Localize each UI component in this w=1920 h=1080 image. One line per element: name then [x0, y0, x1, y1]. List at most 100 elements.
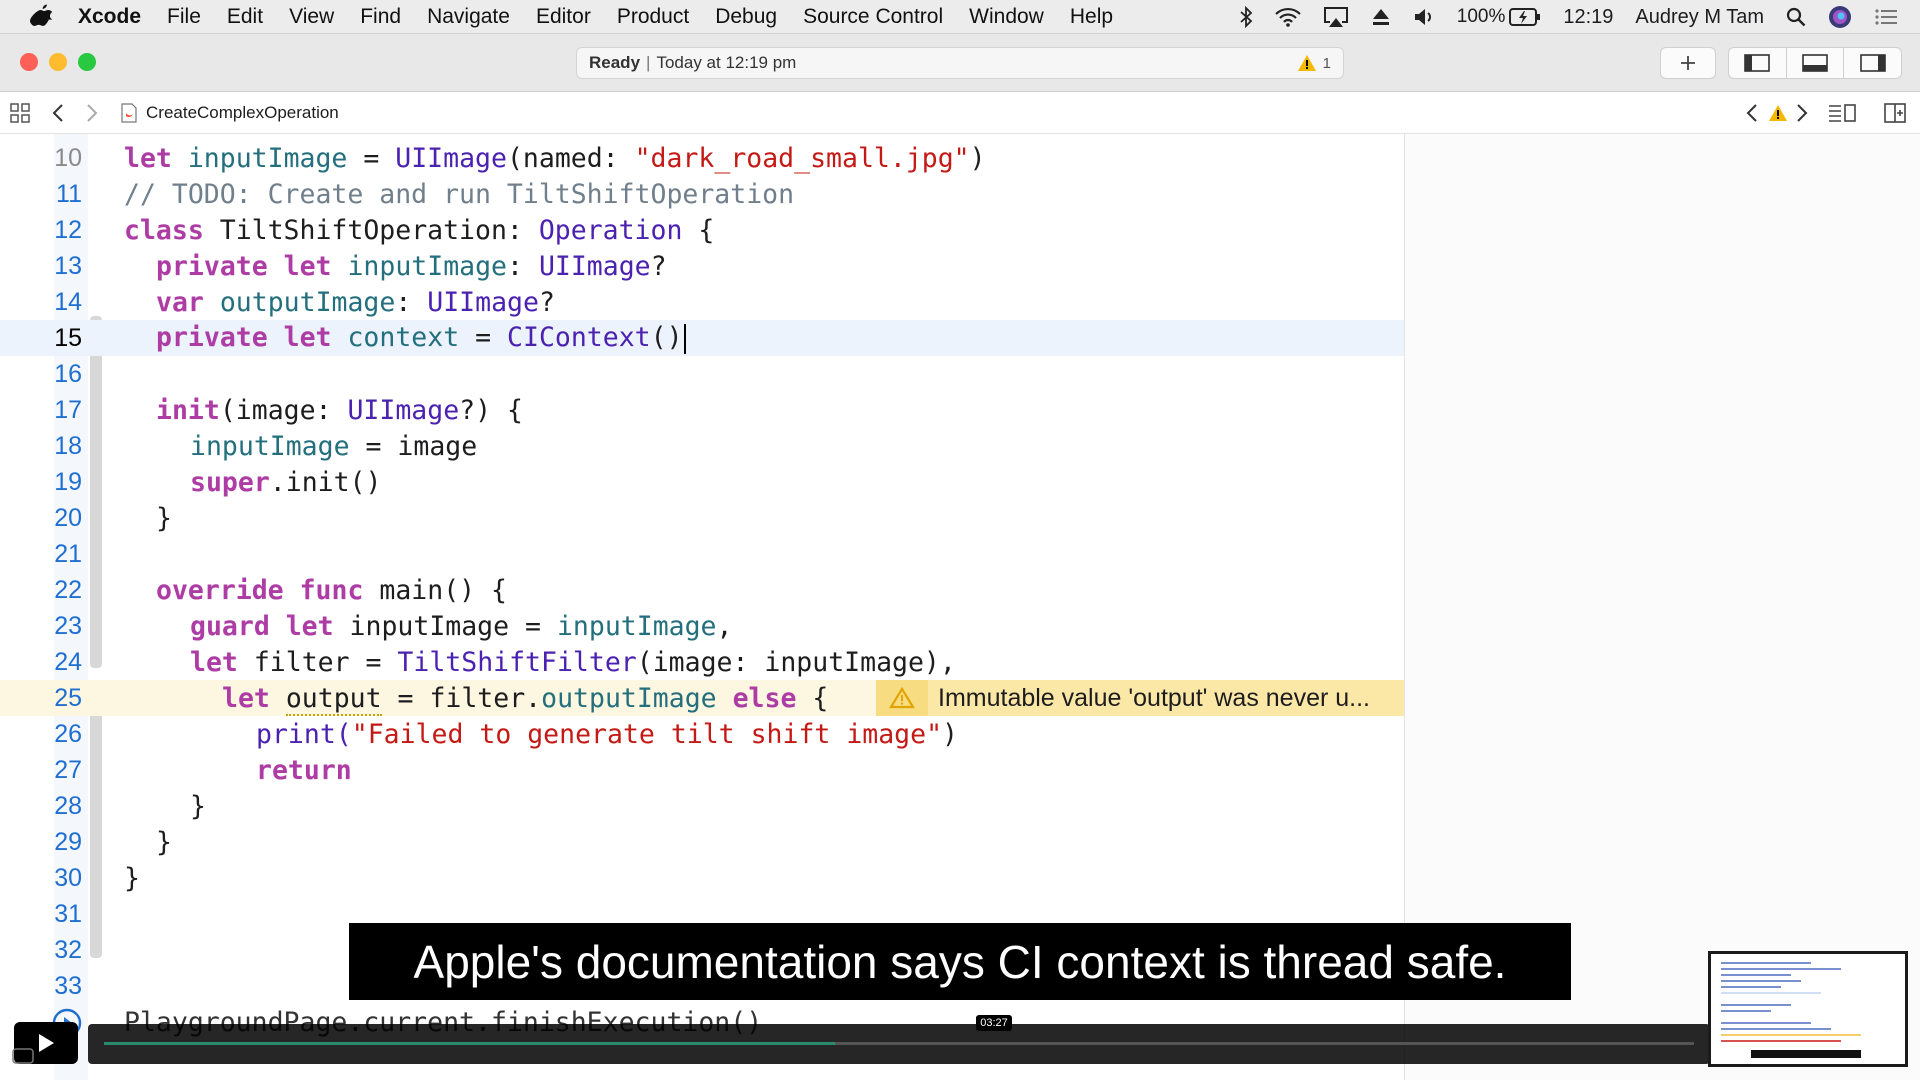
close-window-button[interactable]: [20, 53, 38, 71]
code-line[interactable]: 30 }: [0, 860, 1404, 896]
apple-logo-icon[interactable]: [30, 4, 54, 30]
add-editor-button[interactable]: [1884, 92, 1906, 134]
notification-center-icon[interactable]: [1874, 7, 1898, 27]
line-number: 13: [54, 251, 82, 280]
code-line-warning[interactable]: 25 let output = filter.outputImage else …: [0, 680, 1404, 716]
line-number: 32: [54, 935, 82, 964]
debug-area-toggle-button[interactable]: [1787, 48, 1845, 78]
code-line[interactable]: 19 super.init(): [0, 464, 1404, 500]
menu-editor[interactable]: Editor: [536, 5, 591, 29]
wifi-icon[interactable]: [1274, 7, 1301, 27]
navigator-toggle-button[interactable]: [1729, 48, 1787, 78]
menu-find[interactable]: Find: [360, 5, 401, 29]
code-line[interactable]: 28 }: [0, 788, 1404, 824]
lines-list-icon: [1829, 104, 1856, 122]
menu-bar: Xcode File Edit View Find Navigate Edito…: [0, 0, 1920, 34]
code-line[interactable]: 24 let filter = TiltShiftFilter(image: i…: [0, 644, 1404, 680]
text-cursor: [683, 323, 686, 354]
related-items-button[interactable]: [10, 92, 30, 134]
menu-navigate[interactable]: Navigate: [427, 5, 510, 29]
issue-indicator[interactable]: [1768, 92, 1788, 134]
code-text: return: [256, 754, 352, 786]
volume-icon[interactable]: [1413, 7, 1435, 27]
next-issue-button[interactable]: [1796, 92, 1808, 134]
activity-status-bar: Ready | Today at 12:19 pm 1: [576, 47, 1344, 79]
right-panel-icon: [1859, 54, 1886, 72]
menu-window[interactable]: Window: [969, 5, 1044, 29]
menu-file[interactable]: File: [167, 5, 201, 29]
code-text: init(image: UIImage?) {: [156, 394, 523, 426]
status-warning-badge[interactable]: 1: [1297, 54, 1331, 72]
inline-warning-message[interactable]: Immutable value 'output' was never u...: [876, 680, 1404, 716]
menu-app-name[interactable]: Xcode: [78, 5, 141, 29]
menu-source-control[interactable]: Source Control: [803, 5, 943, 29]
code-line[interactable]: 22 override func main() {: [0, 572, 1404, 608]
code-line[interactable]: 13 private let inputImage: UIImage?: [0, 248, 1404, 284]
line-number: 22: [54, 575, 82, 604]
warning-count: 1: [1322, 54, 1331, 72]
previous-issue-button[interactable]: [1746, 92, 1758, 134]
progress-track[interactable]: [104, 1042, 1694, 1045]
code-line[interactable]: 11 // TODO: Create and run TiltShiftOper…: [0, 176, 1404, 212]
code-line[interactable]: 29 }: [0, 824, 1404, 860]
zoom-window-button[interactable]: [78, 53, 96, 71]
code-line[interactable]: 16: [0, 356, 1404, 392]
forward-button[interactable]: [86, 92, 98, 134]
video-progress-bar[interactable]: [88, 1024, 1710, 1064]
back-button[interactable]: [52, 92, 64, 134]
code-line[interactable]: 20 }: [0, 500, 1404, 536]
menu-view[interactable]: View: [289, 5, 334, 29]
user-name[interactable]: Audrey M Tam: [1635, 6, 1764, 29]
code-line[interactable]: 26 print("Failed to generate tilt shift …: [0, 716, 1404, 752]
menu-edit[interactable]: Edit: [227, 5, 263, 29]
editor-options-button[interactable]: [1828, 92, 1856, 134]
progress-fill: [104, 1042, 836, 1045]
battery-icon[interactable]: [1509, 8, 1541, 26]
code-text: class TiltShiftOperation: Operation {: [124, 214, 715, 246]
line-number: 23: [54, 611, 82, 640]
line-number: 24: [54, 647, 82, 676]
battery-percentage[interactable]: 100%: [1457, 6, 1506, 28]
code-text: var outputImage: UIImage?: [156, 286, 555, 318]
code-text: }: [156, 826, 172, 858]
code-line-current[interactable]: 15 private let context = CIContext(): [0, 320, 1404, 356]
line-number: 20: [54, 503, 82, 532]
line-number: 25: [54, 683, 82, 712]
minimize-window-button[interactable]: [49, 53, 67, 71]
code-line[interactable]: 21: [0, 536, 1404, 572]
airplay-icon[interactable]: [1323, 6, 1349, 28]
bluetooth-icon[interactable]: [1239, 6, 1253, 28]
code-text: inputImage = image: [190, 430, 478, 462]
line-number: 16: [54, 359, 82, 388]
captions-icon[interactable]: [12, 1048, 34, 1069]
status-ready: Ready: [589, 53, 641, 72]
grid-icon: [10, 103, 30, 123]
menu-help[interactable]: Help: [1070, 5, 1113, 29]
status-time: Today at 12:19 pm: [656, 53, 797, 72]
clock[interactable]: 12:19: [1563, 6, 1613, 29]
code-text: }: [156, 502, 172, 534]
split-editor-icon: [1884, 103, 1906, 123]
code-line[interactable]: 18 inputImage = image: [0, 428, 1404, 464]
code-line[interactable]: 17 init(image: UIImage?) {: [0, 392, 1404, 428]
code-line[interactable]: 14 var outputImage: UIImage?: [0, 284, 1404, 320]
code-text: private let context = CIContext(): [156, 322, 686, 354]
library-add-button[interactable]: [1660, 47, 1716, 79]
code-line[interactable]: 12 class TiltShiftOperation: Operation {: [0, 212, 1404, 248]
menu-product[interactable]: Product: [617, 5, 689, 29]
inspector-toggle-button[interactable]: [1844, 48, 1901, 78]
line-number: 14: [54, 287, 82, 316]
menu-debug[interactable]: Debug: [715, 5, 777, 29]
eject-icon[interactable]: [1371, 7, 1391, 27]
siri-icon[interactable]: [1828, 5, 1852, 29]
chevron-left-icon: [52, 104, 63, 122]
code-line[interactable]: 10 let inputImage = UIImage(named: "dark…: [0, 140, 1404, 176]
spotlight-search-icon[interactable]: [1786, 7, 1806, 27]
code-line[interactable]: 23 guard let inputImage = inputImage,: [0, 608, 1404, 644]
video-preview-thumbnail[interactable]: [1708, 951, 1908, 1067]
code-text: let filter = TiltShiftFilter(image: inpu…: [190, 646, 956, 678]
breadcrumb-file[interactable]: CreateComplexOperation: [120, 92, 339, 134]
code-text: print("Failed to generate tilt shift ima…: [256, 718, 959, 750]
bottom-panel-icon: [1802, 54, 1828, 72]
code-line[interactable]: 27 return: [0, 752, 1404, 788]
